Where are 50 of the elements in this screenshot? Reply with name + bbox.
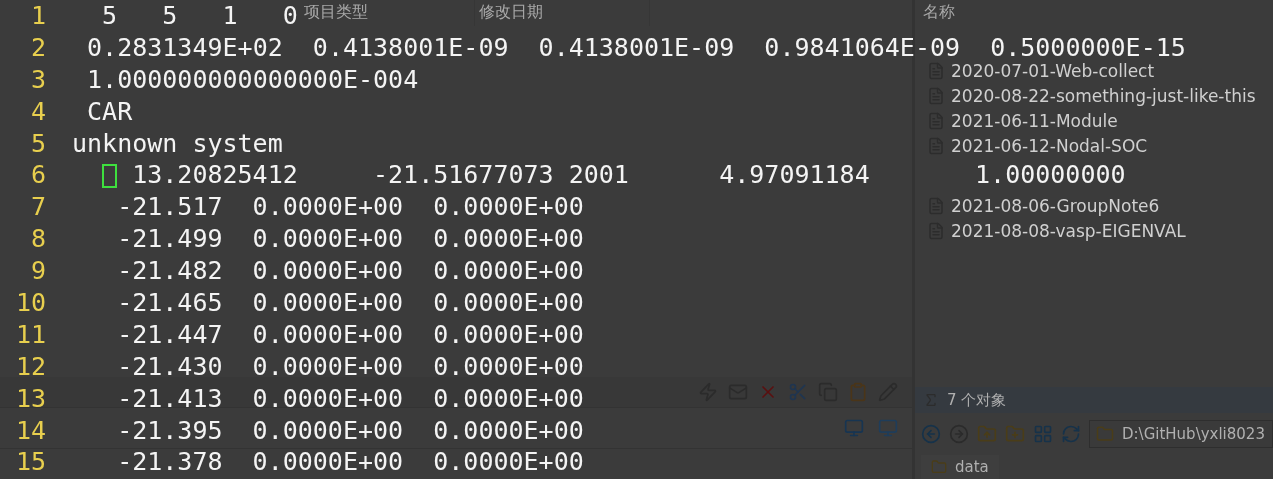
new-folder-icon[interactable]	[1005, 424, 1025, 444]
line-number: 10	[14, 287, 46, 319]
line-number: 2	[29, 31, 46, 64]
line-number: 5	[29, 127, 46, 160]
folder-icon	[1096, 425, 1114, 443]
line-number: 6	[29, 159, 46, 192]
object-count: 7 个对象	[947, 390, 1007, 410]
code-line: -21.447 0.0000E+00 0.0000E+00	[116, 318, 584, 351]
line-number: 15	[14, 446, 46, 479]
monitor-icon[interactable]	[878, 418, 898, 438]
back-icon[interactable]	[921, 424, 941, 444]
path-field[interactable]: D:\GitHub\yxli8023	[1089, 420, 1273, 448]
line-number: 1	[29, 0, 46, 32]
line-number: 7	[29, 191, 46, 224]
folder-up-icon[interactable]	[977, 424, 997, 444]
column-header[interactable]: 项目类型	[300, 0, 475, 26]
column-header[interactable]: 名称	[915, 0, 1273, 28]
file-item[interactable]: 2021-06-11-Module	[927, 108, 1273, 133]
code-line: -21.378 0.0000E+00 0.0000E+00	[116, 446, 584, 479]
column-header[interactable]: 修改日期	[475, 0, 650, 26]
line-number: 12	[14, 350, 46, 383]
line-number: 11	[14, 318, 46, 351]
clipboard-icon[interactable]	[848, 382, 868, 402]
code-line: -21.395 0.0000E+00 0.0000E+00	[116, 414, 584, 447]
code-line: -21.517 0.0000E+00 0.0000E+00	[116, 191, 584, 224]
line-number: 9	[29, 255, 46, 287]
code-line: -21.482 0.0000E+00 0.0000E+00	[116, 255, 584, 287]
line-number: 14	[14, 414, 46, 447]
line-number: 3	[29, 63, 46, 96]
file-item[interactable]: 2021-08-06-GroupNote6	[927, 193, 1273, 218]
file-item[interactable]: 2021-08-08-vasp-EIGENVAL	[927, 218, 1273, 243]
code-line: -21.499 0.0000E+00 0.0000E+00	[116, 223, 584, 256]
file-item[interactable]: 2021-06-12-Nodal-SOC	[927, 133, 1273, 158]
code-line: 1.000000000000000E-004	[86, 63, 419, 96]
line-number: 4	[29, 95, 46, 128]
code-line: unknown system	[72, 127, 283, 160]
monitor-icon[interactable]	[844, 418, 864, 438]
refresh-icon[interactable]	[1061, 424, 1081, 444]
code-line: CAR	[86, 95, 133, 128]
folder-icon	[931, 459, 947, 475]
scissors-icon[interactable]	[788, 382, 808, 402]
code-line: -21.430 0.0000E+00 0.0000E+00	[116, 350, 584, 383]
code-line: -21.413 0.0000E+00 0.0000E+00	[116, 382, 584, 415]
line-number: 8	[29, 223, 46, 256]
code-line: 13.20825412 -21.51677073 2001 4.97091184 1.00000000	[72, 159, 1126, 192]
code-line: -21.465 0.0000E+00 0.0000E+00	[116, 287, 584, 319]
grid-view-icon[interactable]	[1033, 424, 1053, 444]
line-number: 13	[14, 382, 46, 415]
code-line: 5 5 1 0	[101, 0, 298, 32]
file-item[interactable]: 2020-08-22-something-just-like-this	[927, 83, 1273, 108]
